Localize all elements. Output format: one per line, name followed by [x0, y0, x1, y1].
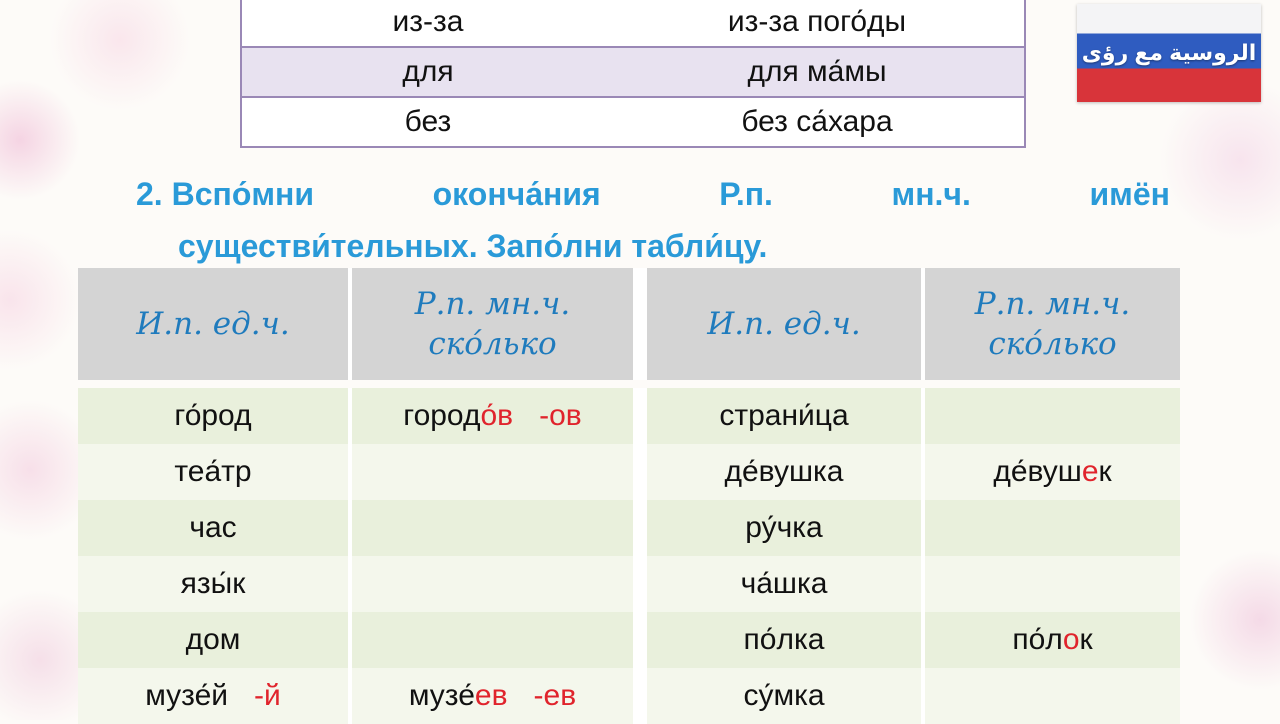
table-cell: страни́ца: [647, 388, 925, 444]
example-cell: из-за пого́ды: [727, 5, 907, 38]
task-word: оконча́ния: [432, 176, 601, 212]
table-cell: су́мка: [647, 668, 925, 724]
example-cell: для ма́мы: [747, 55, 887, 88]
table-cell: дом: [78, 612, 352, 668]
task-word: имён: [1089, 176, 1170, 212]
table-cell: ру́чка: [647, 500, 925, 556]
channel-label: الروسية مع رؤى: [1081, 40, 1257, 65]
table-cell: теа́тр: [78, 444, 352, 500]
task-word: Р.п.: [719, 176, 773, 212]
header-genitive-plural: Р.п. мн.ч. ско́лько: [352, 268, 647, 380]
table-cell: де́вушка: [647, 444, 925, 500]
table-cell[interactable]: [352, 444, 647, 500]
table-cell[interactable]: [352, 612, 647, 668]
table-cell: музе́й -й: [78, 668, 352, 724]
table-cell[interactable]: [925, 388, 1180, 444]
table-cell[interactable]: [925, 500, 1180, 556]
header-genitive-plural: Р.п. мн.ч. ско́лько: [925, 268, 1180, 380]
table-cell[interactable]: [352, 556, 647, 612]
table-cell[interactable]: [925, 556, 1180, 612]
table-row: из-за из-за пого́ды: [242, 0, 1024, 46]
table-cell[interactable]: [925, 668, 1180, 724]
task-heading-line-1: 2. Вспо́мни оконча́ния Р.п. мн.ч. имён: [136, 168, 1170, 220]
table-row: для для ма́мы: [242, 46, 1024, 96]
table-cell: го́род: [78, 388, 352, 444]
preposition-cell: без: [404, 105, 452, 138]
preposition-cell: из-за: [392, 5, 464, 38]
table-cell[interactable]: музе́ ев -ев: [352, 668, 647, 724]
table-cell: по́лка: [647, 612, 925, 668]
example-cell: без са́хара: [741, 105, 893, 138]
table-row: без без са́хара: [242, 96, 1024, 146]
table-cell: час: [78, 500, 352, 556]
task-heading: 2. Вспо́мни оконча́ния Р.п. мн.ч. имён с…: [136, 168, 1170, 272]
task-word: мн.ч.: [891, 176, 971, 212]
table-cell[interactable]: де́вуш е к: [925, 444, 1180, 500]
declension-table: И.п. ед.ч. Р.п. мн.ч. ско́лько И.п. ед.ч…: [78, 268, 1180, 724]
table-cell[interactable]: по́л о к: [925, 612, 1180, 668]
prepositions-table: из-за из-за пого́ды для для ма́мы без бе…: [240, 0, 1026, 148]
table-cell: язы́к: [78, 556, 352, 612]
header-nominative-singular: И.п. ед.ч.: [647, 268, 925, 380]
table-cell[interactable]: город о́в -ов: [352, 388, 647, 444]
task-heading-line-2: существи́тельных. Запо́лни табли́цу.: [178, 228, 768, 264]
russian-flag-logo: الروسية مع رؤى: [1077, 4, 1261, 102]
table-cell[interactable]: [352, 500, 647, 556]
table-cell: ча́шка: [647, 556, 925, 612]
task-word: 2. Вспо́мни: [136, 176, 315, 212]
preposition-cell: для: [402, 55, 454, 88]
header-nominative-singular: И.п. ед.ч.: [78, 268, 352, 380]
